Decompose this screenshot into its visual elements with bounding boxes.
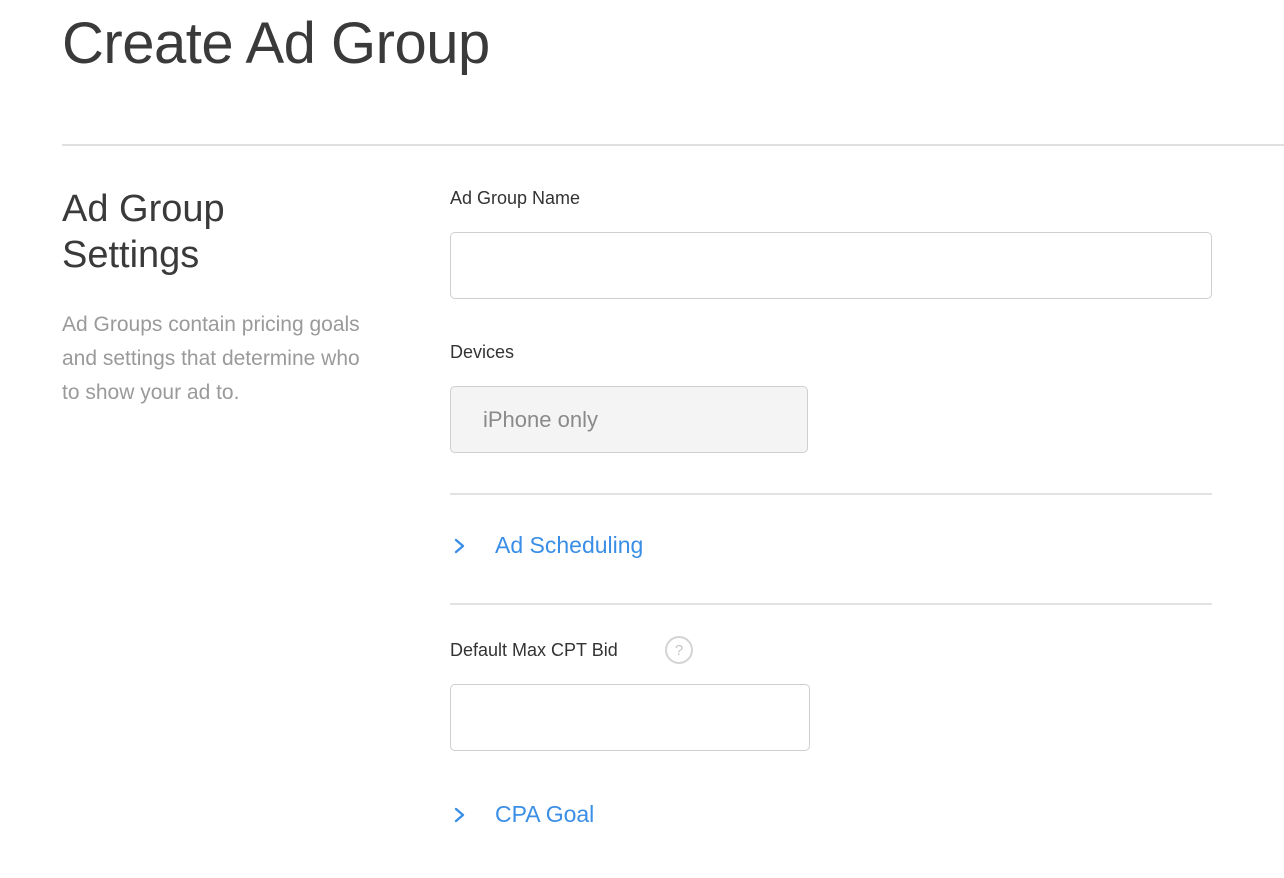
chevron-right-icon	[454, 538, 465, 553]
cpa-goal-label: CPA Goal	[495, 801, 595, 827]
cpa-goal-toggle[interactable]: CPA Goal	[450, 801, 594, 828]
create-ad-group-page: Create Ad Group Ad Group Settings Ad Gro…	[0, 0, 1284, 878]
question-mark-icon[interactable]: ?	[665, 636, 693, 664]
page-title: Create Ad Group	[62, 11, 490, 76]
header-divider	[62, 144, 1284, 146]
devices-field: iPhone only	[450, 386, 808, 453]
ad-group-name-input[interactable]	[450, 232, 1212, 299]
ad-scheduling-label: Ad Scheduling	[495, 532, 644, 558]
section-heading: Ad Group Settings	[62, 188, 225, 276]
default-max-cpt-bid-label: Default Max CPT Bid	[450, 640, 618, 660]
section-divider	[450, 493, 1212, 495]
ad-scheduling-toggle[interactable]: Ad Scheduling	[450, 532, 643, 559]
devices-label: Devices	[450, 342, 515, 362]
default-max-cpt-bid-input[interactable]	[450, 684, 810, 751]
ad-group-name-label: Ad Group Name	[450, 188, 581, 208]
devices-value: iPhone only	[483, 406, 598, 432]
chevron-right-icon	[454, 807, 465, 822]
section-divider	[450, 603, 1212, 605]
section-description: Ad Groups contain pricing goals and sett…	[62, 313, 360, 404]
